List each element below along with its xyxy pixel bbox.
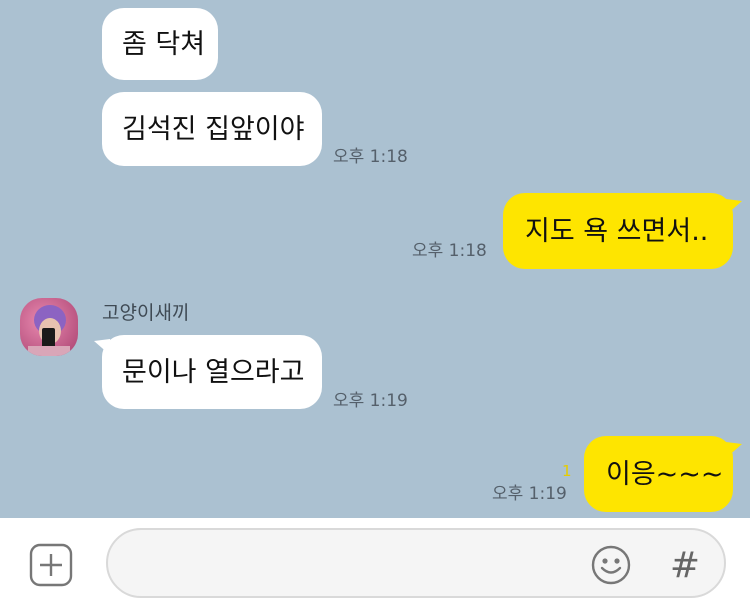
sender-name: 고양이새끼: [102, 302, 190, 324]
message-time: 오후 1:19: [333, 391, 408, 411]
message-text: 이응~~~: [606, 458, 724, 490]
message-bubble[interactable]: 이응~~~: [584, 436, 733, 512]
bubble-tail: [726, 199, 742, 215]
message-text: 좀 닥쳐: [122, 28, 206, 60]
input-bar: #: [0, 518, 750, 606]
message-time: 오후 1:18: [333, 147, 408, 167]
bubble-tail: [726, 442, 742, 458]
message-text: 지도 욕 쓰면서..: [525, 215, 709, 247]
smiley-icon[interactable]: [590, 544, 632, 586]
hash-icon[interactable]: #: [664, 544, 706, 586]
message-input-field[interactable]: #: [106, 528, 726, 598]
message-text: 김석진 집앞이야: [122, 113, 305, 145]
message-bubble[interactable]: 좀 닥쳐: [102, 8, 218, 80]
message-bubble[interactable]: 지도 욕 쓰면서..: [503, 193, 733, 269]
avatar[interactable]: [20, 298, 78, 356]
message-bubble[interactable]: 김석진 집앞이야: [102, 92, 322, 166]
message-time: 오후 1:18: [412, 241, 487, 261]
message-input[interactable]: [132, 544, 586, 584]
chat-area[interactable]: 좀 닥쳐 김석진 집앞이야 오후 1:18 지도 욕 쓰면서.. 오후 1:18: [0, 0, 750, 518]
message-time: 오후 1:19: [492, 484, 567, 504]
message-text: 문이나 열으라고: [122, 356, 305, 388]
plus-icon[interactable]: [29, 543, 73, 587]
chat-screen: 좀 닥쳐 김석진 집앞이야 오후 1:18 지도 욕 쓰면서.. 오후 1:18: [0, 0, 750, 606]
unread-count: 1: [562, 462, 572, 480]
message-bubble[interactable]: 문이나 열으라고: [102, 335, 322, 409]
